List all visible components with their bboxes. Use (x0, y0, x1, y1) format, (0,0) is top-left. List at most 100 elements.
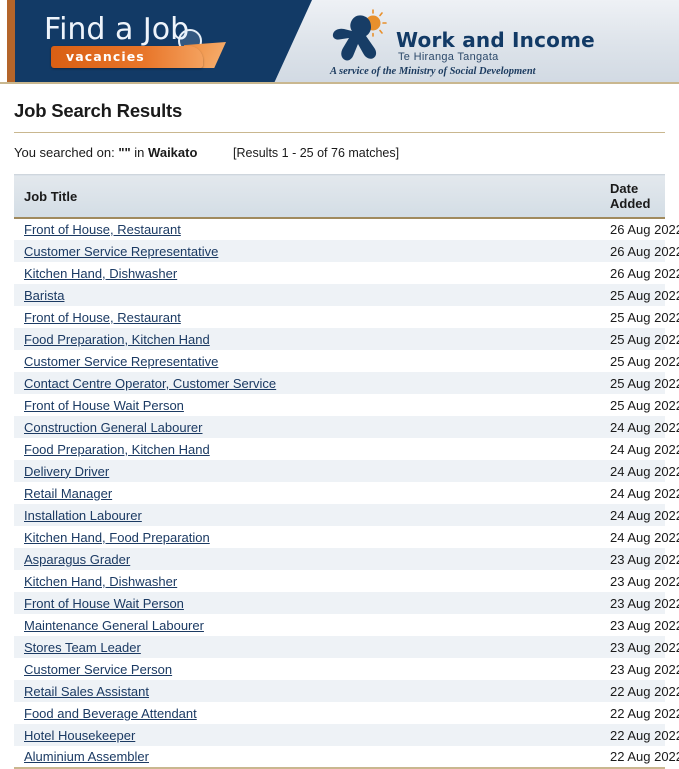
table-row: Food Preparation, Kitchen Hand 24 Aug 202… (14, 438, 679, 460)
page-title: Job Search Results (14, 100, 183, 121)
date-added-cell: 23 Aug 2022 (610, 661, 679, 677)
date-added-cell: 23 Aug 2022 (610, 551, 679, 567)
date-added-cell: 23 Aug 2022 (610, 595, 679, 611)
work-and-income-logo[interactable]: Work and Income Te Hiranga Tangata A ser… (330, 6, 660, 80)
date-added-cell: 22 Aug 2022 (610, 683, 679, 699)
table-row: Customer Service Representative 26 Aug 20… (14, 240, 679, 262)
job-title-cell: Food Preparation, Kitchen Hand (14, 438, 588, 460)
table-row: Delivery Driver 24 Aug 2022 (14, 460, 679, 482)
job-title-cell: Asparagus Grader (14, 548, 588, 570)
date-added-cell: 23 Aug 2022 (610, 573, 679, 589)
job-title-link[interactable]: Front of House, Restaurant (24, 310, 181, 325)
table-row: Food Preparation, Kitchen Hand 25 Aug 202… (14, 328, 679, 350)
job-title-link[interactable]: Kitchen Hand, Food Preparation (24, 530, 210, 545)
job-title-link[interactable]: Construction General Labourer (24, 420, 203, 435)
date-added-cell: 25 Aug 2022 (610, 375, 679, 391)
job-title-cell: Aluminium Assembler (14, 746, 588, 769)
table-row: Kitchen Hand, Food Preparation 24 Aug 202… (14, 526, 679, 548)
table-row: Front of House Wait Person 23 Aug 2022 (14, 592, 679, 614)
job-title-cell: Installation Labourer (14, 504, 588, 526)
job-title-link[interactable]: Stores Team Leader (24, 640, 141, 655)
banner-orange-stripe (7, 0, 15, 82)
job-title-link[interactable]: Contact Centre Operator, Customer Servic… (24, 376, 276, 391)
search-keyword-value: "" (118, 145, 131, 160)
search-region-value: Waikato (148, 145, 198, 160)
job-title-link[interactable]: Maintenance General Labourer (24, 618, 204, 633)
job-title-cell: Front of House, Restaurant (14, 306, 588, 328)
job-title-cell: Retail Manager (14, 482, 588, 504)
table-body: Front of House, Restaurant 26 Aug 2022 Cus… (14, 218, 679, 769)
job-title-cell: Stores Team Leader (14, 636, 588, 658)
job-title-link[interactable]: Front of House Wait Person (24, 398, 184, 413)
table-row: Food and Beverage Attendant 22 Aug 2022 (14, 702, 679, 724)
date-added-cell: 24 Aug 2022 (610, 419, 679, 435)
find-a-job-logo[interactable]: Find a Job vacancies (44, 12, 259, 74)
table-row: Retail Sales Assistant 22 Aug 2022 (14, 680, 679, 702)
title-divider (14, 132, 665, 133)
job-title-link[interactable]: Delivery Driver (24, 464, 109, 479)
job-title-link[interactable]: Food Preparation, Kitchen Hand (24, 332, 210, 347)
date-added-cell: 24 Aug 2022 (610, 441, 679, 457)
table-header-row: Job Title Date Added (14, 174, 665, 219)
date-added-cell: 25 Aug 2022 (610, 331, 679, 347)
date-added-cell: 25 Aug 2022 (610, 397, 679, 413)
search-summary: You searched on: "" in Waikato [Results … (14, 145, 665, 160)
job-title-cell: Contact Centre Operator, Customer Servic… (14, 372, 588, 394)
table-row: Barista 25 Aug 2022 (14, 284, 679, 306)
date-added-cell: 26 Aug 2022 (610, 265, 679, 281)
date-added-cell: 24 Aug 2022 (610, 507, 679, 523)
job-title-cell: Construction General Labourer (14, 416, 588, 438)
job-title-link[interactable]: Customer Service Representative (24, 354, 218, 369)
table-row: Customer Service Representative 25 Aug 20… (14, 350, 679, 372)
page-content: Job Search Results You searched on: "" i… (0, 100, 679, 769)
search-prefix-label: You searched on: (14, 145, 115, 160)
job-title-cell: Kitchen Hand, Food Preparation (14, 526, 588, 548)
job-title-link[interactable]: Food Preparation, Kitchen Hand (24, 442, 210, 457)
job-title-cell: Food Preparation, Kitchen Hand (14, 328, 588, 350)
work-and-income-tagline: A service of the Ministry of Social Deve… (330, 66, 536, 77)
table-row: Front of House, Restaurant 25 Aug 2022 (14, 306, 679, 328)
table-row: Contact Centre Operator, Customer Servic… (14, 372, 679, 394)
running-figure-sun-icon (330, 8, 394, 64)
job-title-link[interactable]: Hotel Housekeeper (24, 728, 135, 743)
job-title-link[interactable]: Kitchen Hand, Dishwasher (24, 574, 177, 589)
job-title-link[interactable]: Kitchen Hand, Dishwasher (24, 266, 177, 281)
job-title-cell: Customer Service Representative (14, 350, 588, 372)
job-title-cell: Retail Sales Assistant (14, 680, 588, 702)
job-title-link[interactable]: Customer Service Person (24, 662, 172, 677)
table-row: Front of House Wait Person 25 Aug 2022 (14, 394, 679, 416)
job-title-link[interactable]: Food and Beverage Attendant (24, 706, 197, 721)
date-added-cell: 22 Aug 2022 (610, 705, 679, 721)
job-title-cell: Kitchen Hand, Dishwasher (14, 570, 588, 592)
job-title-link[interactable]: Retail Sales Assistant (24, 684, 149, 699)
job-title-cell: Front of House Wait Person (14, 394, 588, 416)
column-header-job-title[interactable]: Job Title (14, 174, 588, 219)
search-in-label: in (134, 145, 145, 160)
date-added-cell: 25 Aug 2022 (610, 353, 679, 369)
job-title-cell: Barista (14, 284, 588, 306)
table-row: Front of House, Restaurant 26 Aug 2022 (14, 218, 679, 240)
job-title-link[interactable]: Retail Manager (24, 486, 112, 501)
job-title-link[interactable]: Asparagus Grader (24, 552, 130, 567)
job-title-link[interactable]: Front of House, Restaurant (24, 222, 181, 237)
job-title-cell: Customer Service Representative (14, 240, 588, 262)
job-title-link[interactable]: Barista (24, 288, 64, 303)
job-title-link[interactable]: Front of House Wait Person (24, 596, 184, 611)
date-added-cell: 25 Aug 2022 (610, 309, 679, 325)
date-added-cell: 25 Aug 2022 (610, 287, 679, 303)
table-row: Stores Team Leader 23 Aug 2022 (14, 636, 679, 658)
job-title-cell: Kitchen Hand, Dishwasher (14, 262, 588, 284)
job-title-link[interactable]: Installation Labourer (24, 508, 142, 523)
table-row: Kitchen Hand, Dishwasher 23 Aug 2022 (14, 570, 679, 592)
table-header: Job Title Date Added (14, 174, 665, 219)
banner-left-white-edge (0, 0, 7, 82)
table-row: Retail Manager 24 Aug 2022 (14, 482, 679, 504)
column-header-date-added[interactable]: Date Added (588, 174, 665, 219)
job-title-link[interactable]: Aluminium Assembler (24, 749, 149, 764)
date-added-cell: 26 Aug 2022 (610, 243, 679, 259)
table-row: Asparagus Grader 23 Aug 2022 (14, 548, 679, 570)
date-added-cell: 24 Aug 2022 (610, 463, 679, 479)
date-added-cell: 24 Aug 2022 (610, 529, 679, 545)
job-title-link[interactable]: Customer Service Representative (24, 244, 218, 259)
job-title-cell: Food and Beverage Attendant (14, 702, 588, 724)
